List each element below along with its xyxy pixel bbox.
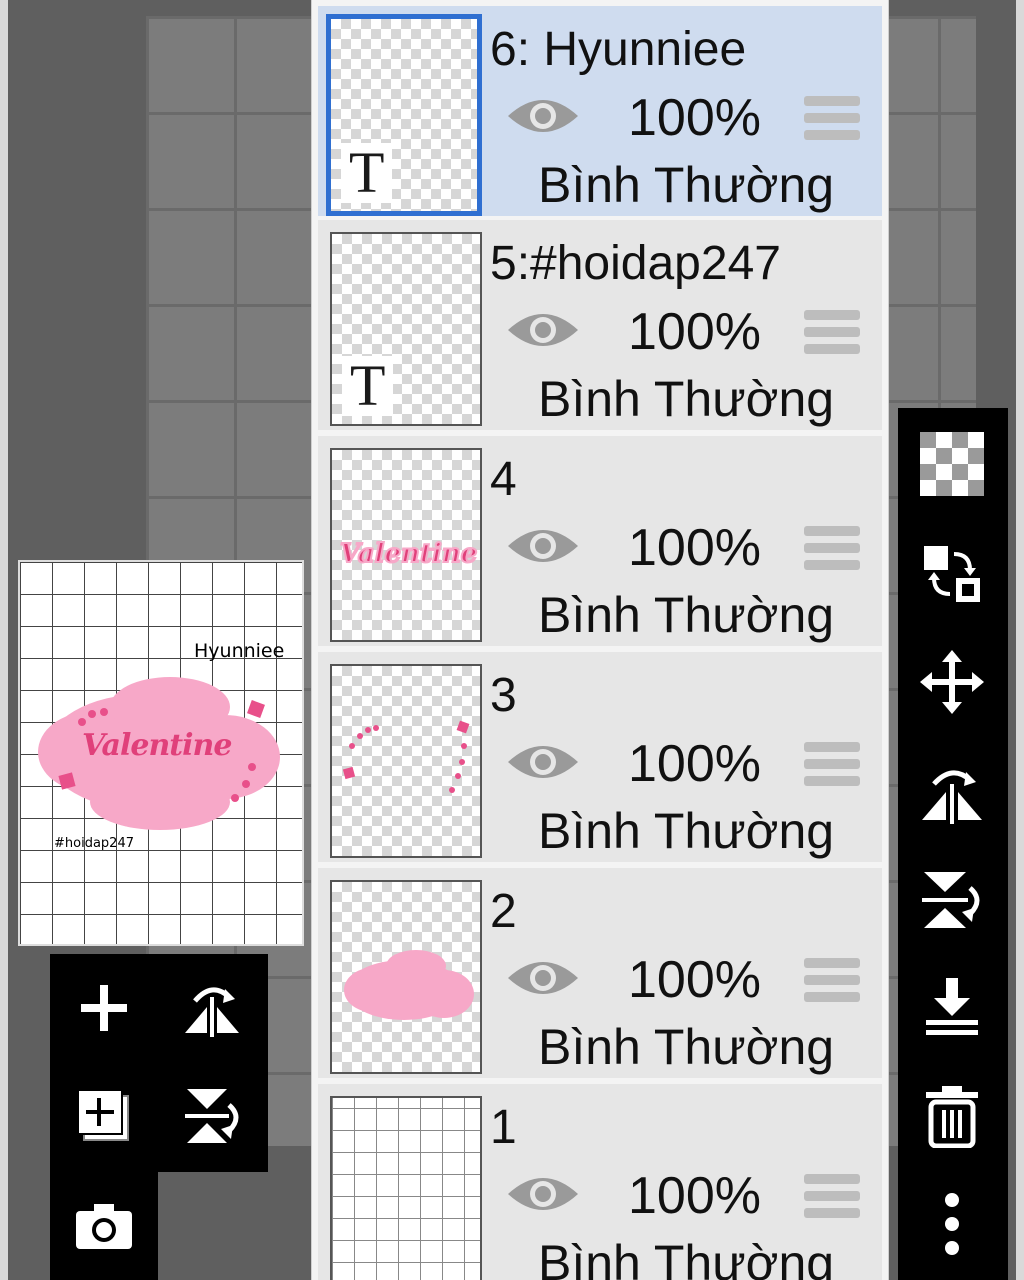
eye-icon[interactable] xyxy=(506,958,580,998)
layer-name: 1 xyxy=(490,1101,517,1154)
layer-name: 3 xyxy=(490,669,517,722)
right-edge xyxy=(1016,0,1024,1280)
move-icon xyxy=(920,650,984,714)
camera-icon xyxy=(76,1204,132,1249)
valentine-thumbnail-art: Valentine xyxy=(339,538,478,570)
checkerboard-icon xyxy=(920,432,984,496)
drag-handle-icon[interactable] xyxy=(804,96,860,144)
drag-handle-icon[interactable] xyxy=(804,310,860,358)
layer-blend-mode[interactable]: Bình Thường xyxy=(538,370,834,428)
plus-icon xyxy=(81,985,127,1031)
layer-opacity[interactable]: 100% xyxy=(628,518,761,578)
drag-handle-icon[interactable] xyxy=(804,958,860,1006)
layer-panel: T 6: Hyunniee 100% Bình Thường T 5:#hoid… xyxy=(312,0,888,1280)
merge-down-button[interactable] xyxy=(916,972,988,1044)
transparency-button[interactable] xyxy=(916,428,988,500)
layer-row-5[interactable]: T 5:#hoidap247 100% Bình Thường xyxy=(318,220,882,434)
layer-opacity[interactable]: 100% xyxy=(628,302,761,362)
preview-hyunniee-text: Hyunniee xyxy=(194,640,285,662)
layer-name: 6: Hyunniee xyxy=(490,23,747,76)
drag-handle-icon[interactable] xyxy=(804,526,860,574)
text-layer-glyph: T xyxy=(342,356,394,416)
camera-button[interactable] xyxy=(72,1194,136,1258)
layer-thumbnail[interactable] xyxy=(330,880,482,1074)
add-layer-button[interactable] xyxy=(72,976,136,1040)
swap-icon xyxy=(924,546,980,602)
flip-layer-horizontal-button[interactable] xyxy=(916,756,988,828)
add-folder-layer-button[interactable] xyxy=(72,1084,136,1148)
preview-valentine-text: Valentine xyxy=(82,728,232,763)
layer-name: 2 xyxy=(490,885,517,938)
flip-horizontal-icon xyxy=(922,770,982,824)
layer-thumbnail[interactable]: Valentine xyxy=(330,448,482,642)
layer-blend-mode[interactable]: Bình Thường xyxy=(538,1018,834,1076)
eye-icon[interactable] xyxy=(506,742,580,782)
eye-icon[interactable] xyxy=(506,1174,580,1214)
drag-handle-icon[interactable] xyxy=(804,742,860,790)
flip-vertical-button[interactable] xyxy=(180,1084,244,1148)
layer-name: 5:#hoidap247 xyxy=(490,237,781,290)
layer-opacity[interactable]: 100% xyxy=(628,1166,761,1226)
left-edge xyxy=(0,0,8,1280)
trash-icon xyxy=(926,1086,978,1148)
canvas-preview[interactable]: Valentine Hyunniee #hoidap247 xyxy=(18,560,304,946)
flip-vertical-icon xyxy=(922,872,980,928)
svg-text:Valentine: Valentine xyxy=(340,539,477,569)
layer-opacity[interactable]: 100% xyxy=(628,950,761,1010)
layer-row-1[interactable]: 1 100% Bình Thường xyxy=(318,1084,882,1280)
eye-icon[interactable] xyxy=(506,310,580,350)
layer-row-3[interactable]: 3 100% Bình Thường xyxy=(318,652,882,866)
eye-icon[interactable] xyxy=(506,96,580,136)
layer-blend-mode[interactable]: Bình Thường xyxy=(538,802,834,860)
layer-tools-toolbar xyxy=(898,408,1008,1280)
merge-down-icon xyxy=(926,978,978,1035)
layer-thumbnail[interactable] xyxy=(330,1096,482,1280)
drag-handle-icon[interactable] xyxy=(804,1174,860,1222)
delete-layer-button[interactable] xyxy=(916,1080,988,1152)
flip-layer-vertical-button[interactable] xyxy=(916,864,988,936)
more-vertical-icon xyxy=(945,1193,959,1255)
layer-actions-toolbar xyxy=(50,954,268,1172)
swap-layer-button[interactable] xyxy=(916,538,988,610)
layer-opacity[interactable]: 100% xyxy=(628,88,761,148)
layer-row-4[interactable]: Valentine 4 100% Bình Thường xyxy=(318,436,882,650)
layer-blend-mode[interactable]: Bình Thường xyxy=(538,156,834,214)
layer-blend-mode[interactable]: Bình Thường xyxy=(538,1234,834,1280)
layer-opacity[interactable]: 100% xyxy=(628,734,761,794)
preview-hashtag-text: #hoidap247 xyxy=(54,836,134,851)
layer-thumbnail[interactable]: T xyxy=(326,14,482,216)
flip-vertical-icon xyxy=(185,1089,239,1143)
layer-blend-mode[interactable]: Bình Thường xyxy=(538,586,834,644)
add-layer-copy-icon xyxy=(77,1089,129,1141)
move-button[interactable] xyxy=(916,646,988,718)
camera-toolbar xyxy=(50,1172,158,1280)
flip-horizontal-button[interactable] xyxy=(180,976,244,1040)
more-options-button[interactable] xyxy=(916,1188,988,1260)
text-layer-glyph: T xyxy=(341,143,393,203)
layer-name: 4 xyxy=(490,453,517,506)
layer-row-6[interactable]: T 6: Hyunniee 100% Bình Thường xyxy=(318,6,882,220)
layer-thumbnail[interactable] xyxy=(330,664,482,858)
dots-thumbnail-art xyxy=(342,720,470,793)
flip-horizontal-icon xyxy=(185,987,239,1037)
layer-thumbnail[interactable]: T xyxy=(330,232,482,426)
eye-icon[interactable] xyxy=(506,526,580,566)
layer-row-2[interactable]: 2 100% Bình Thường xyxy=(318,868,882,1082)
cloud-thumbnail-art xyxy=(344,950,474,1020)
